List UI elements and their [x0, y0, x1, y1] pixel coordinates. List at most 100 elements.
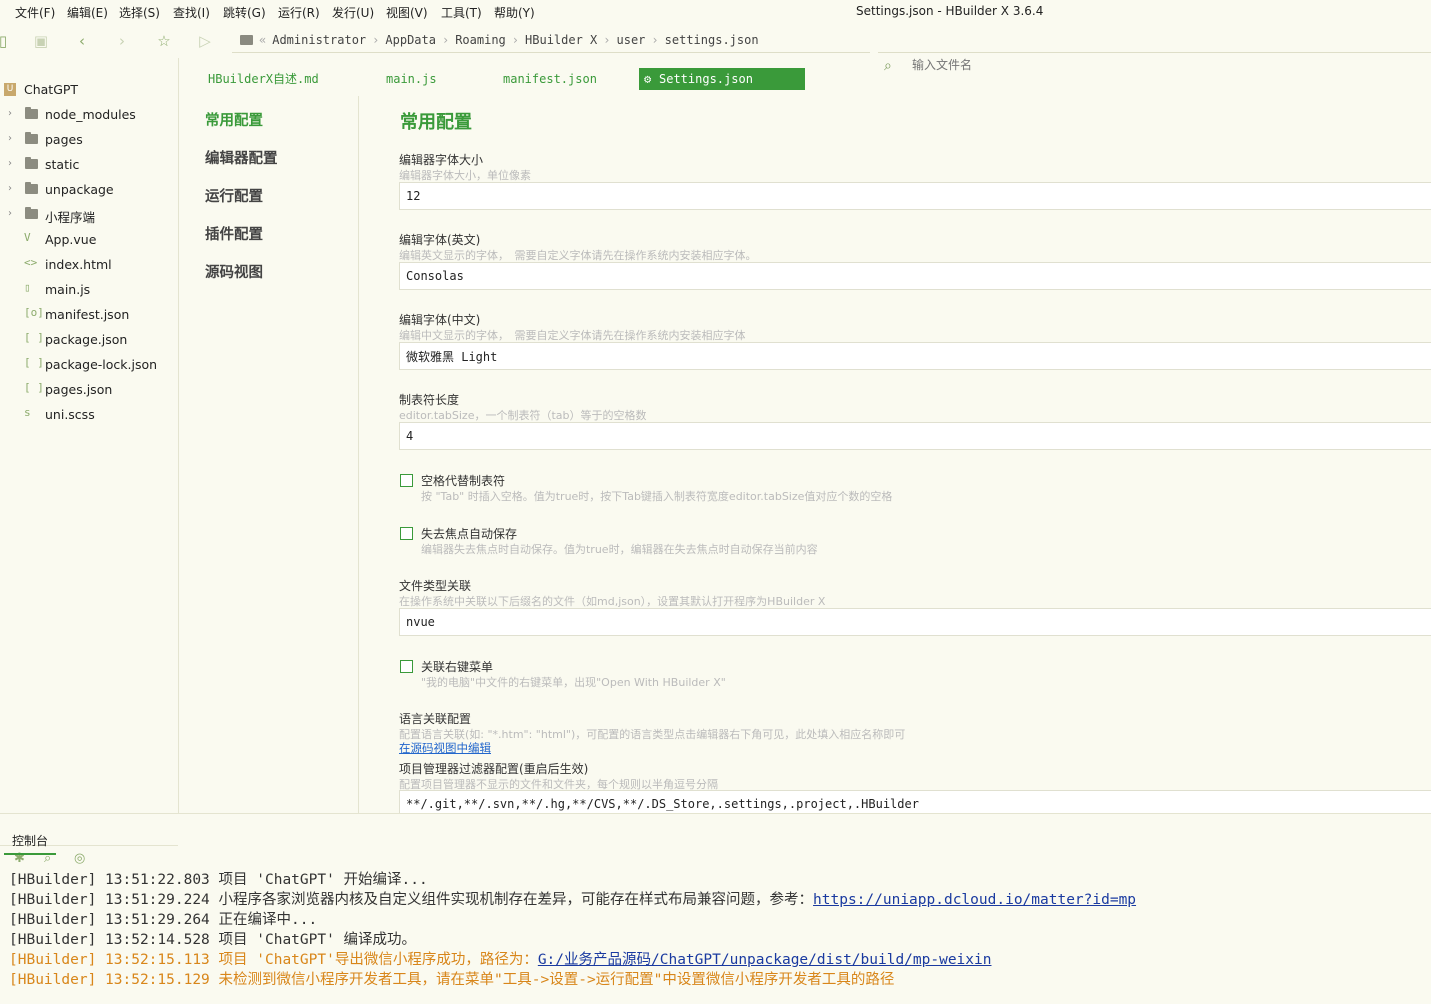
breadcrumb-item[interactable]: Administrator: [272, 33, 366, 47]
project-icon: U: [4, 83, 16, 96]
file-assoc-label: 文件类型关联: [399, 579, 472, 593]
manifest-file-icon: [o]: [24, 306, 44, 319]
menu-publish[interactable]: 发行(U): [332, 4, 374, 21]
menu-select[interactable]: 选择(S): [119, 4, 160, 21]
context-menu-checkbox[interactable]: [400, 660, 413, 673]
auto-save-desc: 编辑器失去焦点时自动保存。值为true时，编辑器在失去焦点时自动保存当前内容: [421, 543, 818, 556]
nav-editor[interactable]: 编辑器配置: [205, 147, 278, 168]
js-file-icon: ▯: [24, 281, 31, 294]
tab-settings[interactable]: ⚙ Settings.json: [639, 68, 805, 90]
chevron-right-icon: ›: [8, 158, 12, 169]
settings-content: 常用配置 编辑器字体大小 编辑器字体大小，单位像素 编辑字体(英文) 编辑英文显…: [360, 96, 1431, 813]
tab-size-input[interactable]: [399, 422, 1431, 450]
log-line: [HBuilder] 13:51:22.803 项目 'ChatGPT' 开始编…: [9, 872, 428, 888]
tab-size-label: 制表符长度: [399, 393, 460, 407]
auto-save-checkbox[interactable]: [400, 527, 413, 540]
menu-bar: 文件(F) 编辑(E) 选择(S) 查找(I) 跳转(G) 运行(R) 发行(U…: [0, 0, 1431, 24]
star-icon[interactable]: ☆: [155, 32, 173, 50]
breadcrumb-item[interactable]: HBuilder X: [525, 33, 597, 47]
vue-file-icon: V: [24, 231, 31, 244]
menu-edit[interactable]: 编辑(E): [67, 4, 108, 21]
tree-file[interactable]: [ ] package-lock.json: [0, 353, 178, 378]
log-line-warn: [HBuilder] 13:52:15.129 未检测到微信小程序开发者工具，请…: [9, 972, 895, 988]
menu-help[interactable]: 帮助(Y): [494, 4, 535, 21]
context-menu-desc: "我的电脑"中文件的右键菜单，出现"Open With HBuilder X": [421, 676, 726, 689]
menu-run[interactable]: 运行(R): [278, 4, 320, 21]
chevron-right-icon: ›: [8, 133, 12, 144]
tab-manifest[interactable]: manifest.json: [503, 68, 597, 90]
json-file-icon: [ ]: [24, 331, 44, 344]
console-output: [HBuilder] 13:51:22.803 项目 'ChatGPT' 开始编…: [0, 866, 1431, 1004]
json-file-icon: [ ]: [24, 381, 44, 394]
font-size-desc: 编辑器字体大小，单位像素: [399, 169, 531, 182]
back-icon[interactable]: ‹: [73, 32, 91, 50]
run-icon[interactable]: ▷: [196, 32, 214, 50]
menu-file[interactable]: 文件(F): [15, 4, 55, 21]
tree-file[interactable]: V App.vue: [0, 228, 178, 253]
scss-file-icon: s: [24, 406, 31, 419]
tree-file[interactable]: ▯ main.js: [0, 278, 178, 303]
filter-input[interactable]: [399, 790, 1431, 813]
new-file-icon[interactable]: ▯: [0, 32, 12, 50]
tab-console[interactable]: 控制台: [4, 832, 57, 855]
project-root[interactable]: U ChatGPT: [0, 78, 178, 103]
menu-find[interactable]: 查找(I): [173, 4, 210, 21]
json-file-icon: [ ]: [24, 356, 44, 369]
save-icon[interactable]: ▣: [32, 32, 50, 50]
font-en-input[interactable]: [399, 262, 1431, 290]
nav-source[interactable]: 源码视图: [205, 261, 263, 282]
tab-readme[interactable]: HBuilderX自述.md: [208, 68, 319, 90]
insert-spaces-label: 空格代替制表符: [421, 474, 506, 488]
insert-spaces-checkbox[interactable]: [400, 474, 413, 487]
font-en-label: 编辑字体(英文): [399, 233, 481, 247]
nav-common[interactable]: 常用配置: [205, 109, 263, 130]
breadcrumb-item[interactable]: settings.json: [665, 33, 759, 47]
font-cn-input[interactable]: [399, 342, 1431, 370]
gear-icon: ⚙: [644, 72, 652, 86]
console-tab-bar: 控制台: [0, 813, 1431, 855]
edit-in-source-link[interactable]: 在源码视图中编辑: [399, 740, 491, 756]
chevron-right-icon: ›: [8, 183, 12, 194]
tree-file[interactable]: <> index.html: [0, 253, 178, 278]
breadcrumb-item[interactable]: AppData: [385, 33, 436, 47]
settings-nav: 常用配置 编辑器配置 运行配置 插件配置 源码视图: [180, 96, 359, 813]
matter-link[interactable]: https://uniapp.dcloud.io/matter?id=mp: [813, 892, 1136, 908]
tree-file[interactable]: [o] manifest.json: [0, 303, 178, 328]
chevron-right-icon: ›: [8, 208, 12, 219]
output-path-link[interactable]: G:/业务产品源码/ChatGPT/unpackage/dist/build/m…: [538, 952, 992, 968]
breadcrumb-item[interactable]: Roaming: [455, 33, 506, 47]
folder-icon: [25, 182, 38, 194]
tab-size-desc: editor.tabSize，一个制表符（tab）等于的空格数: [399, 409, 647, 422]
breadcrumb-item[interactable]: user: [617, 33, 646, 47]
lang-assoc-label: 语言关联配置: [399, 712, 472, 726]
page-title: 常用配置: [400, 112, 472, 133]
html-file-icon: <>: [24, 256, 38, 269]
tab-main-js[interactable]: main.js: [386, 68, 437, 90]
nav-run[interactable]: 运行配置: [205, 185, 263, 206]
tree-folder[interactable]: › unpackage: [0, 178, 178, 203]
file-assoc-input[interactable]: [399, 608, 1431, 636]
tree-folder[interactable]: › 小程序端: [0, 203, 178, 228]
tree-file[interactable]: [ ] pages.json: [0, 378, 178, 403]
context-menu-label: 关联右键菜单: [421, 660, 494, 674]
font-cn-label: 编辑字体(中文): [399, 313, 481, 327]
tree-folder[interactable]: › pages: [0, 128, 178, 153]
nav-plugin[interactable]: 插件配置: [205, 223, 263, 244]
menu-goto[interactable]: 跳转(G): [223, 4, 266, 21]
font-size-label: 编辑器字体大小: [399, 153, 484, 167]
insert-spaces-desc: 按 "Tab" 时插入空格。值为true时，按下Tab键插入制表符宽度edito…: [421, 490, 893, 503]
globe-icon[interactable]: ◎: [74, 851, 85, 866]
menu-view[interactable]: 视图(V): [386, 4, 428, 21]
font-size-input[interactable]: [399, 182, 1431, 210]
tree-folder[interactable]: › node_modules: [0, 103, 178, 128]
tab-settings-label: Settings.json: [659, 72, 753, 86]
menu-tools[interactable]: 工具(T): [441, 4, 482, 21]
log-line: [HBuilder] 13:52:14.528 项目 'ChatGPT' 编译成…: [9, 932, 417, 948]
auto-save-label: 失去焦点自动保存: [421, 527, 518, 541]
window-title: Settings.json - HBuilder X 3.6.4: [856, 4, 1044, 18]
tree-file[interactable]: s uni.scss: [0, 403, 178, 428]
forward-icon[interactable]: ›: [113, 32, 131, 50]
font-cn-desc: 编辑中文显示的字体， 需要自定义字体请先在操作系统内安装相应字体: [399, 329, 746, 342]
tree-folder[interactable]: › static: [0, 153, 178, 178]
tree-file[interactable]: [ ] package.json: [0, 328, 178, 353]
